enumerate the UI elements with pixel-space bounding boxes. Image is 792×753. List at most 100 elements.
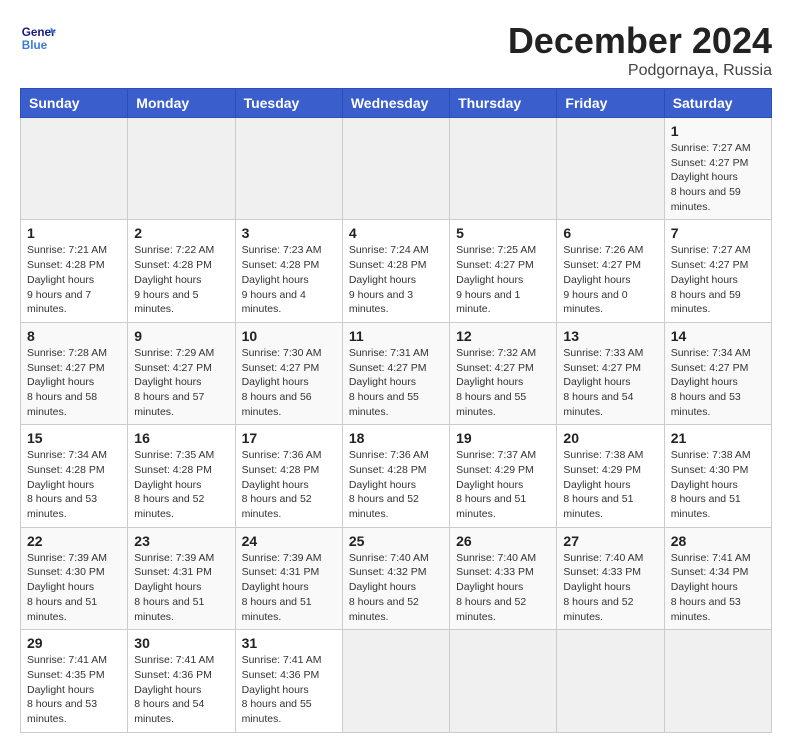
calendar-cell: 23 Sunrise: 7:39 AMSunset: 4:31 PMDayligh… bbox=[128, 527, 235, 629]
svg-text:Blue: Blue bbox=[22, 39, 48, 52]
day-info: Sunrise: 7:35 AMSunset: 4:28 PMDaylight … bbox=[134, 448, 228, 521]
day-number: 29 bbox=[27, 635, 121, 651]
day-info: Sunrise: 7:29 AMSunset: 4:27 PMDaylight … bbox=[134, 346, 228, 419]
title-block: December 2024 Podgornaya, Russia bbox=[508, 20, 772, 80]
day-number: 22 bbox=[27, 533, 121, 549]
calendar-cell: 19 Sunrise: 7:37 AMSunset: 4:29 PMDayligh… bbox=[450, 425, 557, 527]
logo-icon: General Blue bbox=[20, 20, 56, 56]
calendar-cell: 8Sunrise: 7:28 AMSunset: 4:27 PMDaylight… bbox=[21, 322, 128, 424]
logo: General Blue bbox=[20, 20, 60, 56]
day-info: Sunrise: 7:41 AMSunset: 4:35 PMDaylight … bbox=[27, 653, 121, 726]
day-number: 16 bbox=[134, 430, 228, 446]
calendar-cell: 24 Sunrise: 7:39 AMSunset: 4:31 PMDayligh… bbox=[235, 527, 342, 629]
calendar-cell bbox=[450, 630, 557, 732]
calendar-cell: 2 Sunrise: 7:22 AMSunset: 4:28 PMDaylight… bbox=[128, 220, 235, 322]
calendar-cell: 26Sunrise: 7:40 AMSunset: 4:33 PMDayligh… bbox=[450, 527, 557, 629]
day-number: 4 bbox=[349, 225, 443, 241]
calendar-cell: 16 Sunrise: 7:35 AMSunset: 4:28 PMDayligh… bbox=[128, 425, 235, 527]
day-number: 20 bbox=[563, 430, 657, 446]
day-info: Sunrise: 7:31 AMSunset: 4:27 PMDaylight … bbox=[349, 346, 443, 419]
day-number: 28 bbox=[671, 533, 765, 549]
day-info: Sunrise: 7:33 AMSunset: 4:27 PMDaylight … bbox=[563, 346, 657, 419]
calendar-cell: 30Sunrise: 7:41 AMSunset: 4:36 PMDayligh… bbox=[128, 630, 235, 732]
day-info: Sunrise: 7:41 AMSunset: 4:34 PMDaylight … bbox=[671, 551, 765, 624]
calendar-cell bbox=[128, 118, 235, 220]
calendar-week-row: 1 Sunrise: 7:21 AMSunset: 4:28 PMDaylight… bbox=[21, 220, 772, 322]
weekday-header: Monday bbox=[128, 89, 235, 118]
calendar-week-row: 1Sunrise: 7:27 AMSunset: 4:27 PMDaylight… bbox=[21, 118, 772, 220]
calendar-cell: 1Sunrise: 7:27 AMSunset: 4:27 PMDaylight… bbox=[664, 118, 771, 220]
day-number: 9 bbox=[134, 328, 228, 344]
day-number: 1 bbox=[671, 123, 765, 139]
calendar-week-row: 8Sunrise: 7:28 AMSunset: 4:27 PMDaylight… bbox=[21, 322, 772, 424]
day-info: Sunrise: 7:32 AMSunset: 4:27 PMDaylight … bbox=[456, 346, 550, 419]
day-number: 7 bbox=[671, 225, 765, 241]
weekday-header: Tuesday bbox=[235, 89, 342, 118]
day-number: 27 bbox=[563, 533, 657, 549]
calendar-cell: 31 Sunrise: 7:41 AMSunset: 4:36 PMDayligh… bbox=[235, 630, 342, 732]
day-info: Sunrise: 7:38 AMSunset: 4:30 PMDaylight … bbox=[671, 448, 765, 521]
day-number: 13 bbox=[563, 328, 657, 344]
calendar-cell bbox=[342, 630, 449, 732]
calendar-cell bbox=[21, 118, 128, 220]
calendar-week-row: 29 Sunrise: 7:41 AMSunset: 4:35 PMDayligh… bbox=[21, 630, 772, 732]
day-info: Sunrise: 7:26 AMSunset: 4:27 PMDaylight … bbox=[563, 243, 657, 316]
day-number: 23 bbox=[134, 533, 228, 549]
page-title: December 2024 bbox=[508, 20, 772, 62]
day-info: Sunrise: 7:41 AMSunset: 4:36 PMDaylight … bbox=[242, 653, 336, 726]
day-number: 6 bbox=[563, 225, 657, 241]
calendar-week-row: 22 Sunrise: 7:39 AMSunset: 4:30 PMDayligh… bbox=[21, 527, 772, 629]
weekday-header: Sunday bbox=[21, 89, 128, 118]
day-info: Sunrise: 7:21 AMSunset: 4:28 PMDaylight … bbox=[27, 243, 121, 316]
day-number: 14 bbox=[671, 328, 765, 344]
calendar-cell: 6 Sunrise: 7:26 AMSunset: 4:27 PMDaylight… bbox=[557, 220, 664, 322]
calendar-cell: 13 Sunrise: 7:33 AMSunset: 4:27 PMDayligh… bbox=[557, 322, 664, 424]
calendar-cell: 11 Sunrise: 7:31 AMSunset: 4:27 PMDayligh… bbox=[342, 322, 449, 424]
day-number: 2 bbox=[134, 225, 228, 241]
day-number: 31 bbox=[242, 635, 336, 651]
day-number: 18 bbox=[349, 430, 443, 446]
day-number: 1 bbox=[27, 225, 121, 241]
day-info: Sunrise: 7:39 AMSunset: 4:31 PMDaylight … bbox=[134, 551, 228, 624]
day-info: Sunrise: 7:39 AMSunset: 4:31 PMDaylight … bbox=[242, 551, 336, 624]
day-number: 25 bbox=[349, 533, 443, 549]
day-number: 30 bbox=[134, 635, 228, 651]
day-info: Sunrise: 7:23 AMSunset: 4:28 PMDaylight … bbox=[242, 243, 336, 316]
calendar-cell bbox=[235, 118, 342, 220]
day-number: 3 bbox=[242, 225, 336, 241]
day-number: 5 bbox=[456, 225, 550, 241]
day-number: 17 bbox=[242, 430, 336, 446]
calendar-header-row: SundayMondayTuesdayWednesdayThursdayFrid… bbox=[21, 89, 772, 118]
day-info: Sunrise: 7:39 AMSunset: 4:30 PMDaylight … bbox=[27, 551, 121, 624]
day-info: Sunrise: 7:36 AMSunset: 4:28 PMDaylight … bbox=[349, 448, 443, 521]
calendar-cell: 10 Sunrise: 7:30 AMSunset: 4:27 PMDayligh… bbox=[235, 322, 342, 424]
calendar-cell: 25Sunrise: 7:40 AMSunset: 4:32 PMDayligh… bbox=[342, 527, 449, 629]
day-info: Sunrise: 7:34 AMSunset: 4:28 PMDaylight … bbox=[27, 448, 121, 521]
day-number: 15 bbox=[27, 430, 121, 446]
calendar-cell: 27Sunrise: 7:40 AMSunset: 4:33 PMDayligh… bbox=[557, 527, 664, 629]
calendar-cell: 15 Sunrise: 7:34 AMSunset: 4:28 PMDayligh… bbox=[21, 425, 128, 527]
calendar-cell bbox=[450, 118, 557, 220]
calendar-cell: 12 Sunrise: 7:32 AMSunset: 4:27 PMDayligh… bbox=[450, 322, 557, 424]
weekday-header: Thursday bbox=[450, 89, 557, 118]
calendar-cell: 4Sunrise: 7:24 AMSunset: 4:28 PMDaylight… bbox=[342, 220, 449, 322]
day-number: 10 bbox=[242, 328, 336, 344]
day-info: Sunrise: 7:40 AMSunset: 4:33 PMDaylight … bbox=[456, 551, 550, 624]
calendar-cell: 14Sunrise: 7:34 AMSunset: 4:27 PMDayligh… bbox=[664, 322, 771, 424]
day-number: 12 bbox=[456, 328, 550, 344]
calendar-cell: 3 Sunrise: 7:23 AMSunset: 4:28 PMDaylight… bbox=[235, 220, 342, 322]
calendar-cell bbox=[342, 118, 449, 220]
day-number: 19 bbox=[456, 430, 550, 446]
day-info: Sunrise: 7:22 AMSunset: 4:28 PMDaylight … bbox=[134, 243, 228, 316]
day-number: 24 bbox=[242, 533, 336, 549]
calendar-cell: 29 Sunrise: 7:41 AMSunset: 4:35 PMDayligh… bbox=[21, 630, 128, 732]
day-info: Sunrise: 7:30 AMSunset: 4:27 PMDaylight … bbox=[242, 346, 336, 419]
calendar-cell: 18 Sunrise: 7:36 AMSunset: 4:28 PMDayligh… bbox=[342, 425, 449, 527]
page-subtitle: Podgornaya, Russia bbox=[508, 62, 772, 80]
calendar-cell: 7Sunrise: 7:27 AMSunset: 4:27 PMDaylight… bbox=[664, 220, 771, 322]
calendar-cell bbox=[557, 118, 664, 220]
day-info: Sunrise: 7:37 AMSunset: 4:29 PMDaylight … bbox=[456, 448, 550, 521]
day-number: 11 bbox=[349, 328, 443, 344]
calendar-cell: 22 Sunrise: 7:39 AMSunset: 4:30 PMDayligh… bbox=[21, 527, 128, 629]
calendar-cell: 5Sunrise: 7:25 AMSunset: 4:27 PMDaylight… bbox=[450, 220, 557, 322]
